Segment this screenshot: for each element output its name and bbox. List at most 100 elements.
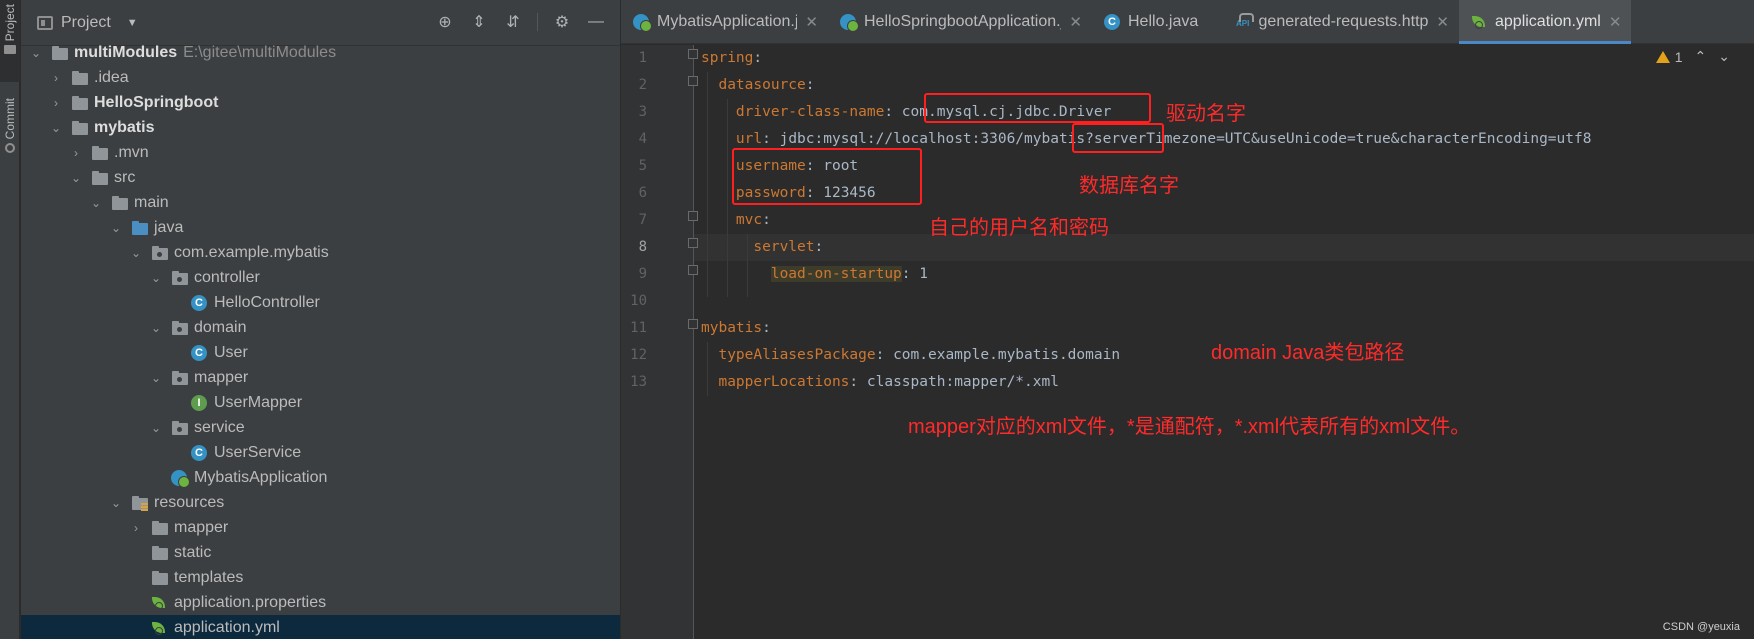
project-tool-tab[interactable]: Project bbox=[0, 0, 20, 82]
chevron-right-icon[interactable]: › bbox=[49, 96, 63, 110]
chevron-down-icon[interactable]: ⌄ bbox=[69, 171, 83, 185]
tree-node-java[interactable]: ⌄ java bbox=[21, 215, 620, 240]
tree-node-mvn[interactable]: › .mvn bbox=[21, 140, 620, 165]
close-icon[interactable]: ✕ bbox=[1069, 13, 1082, 31]
tree-node-userservice[interactable]: C UserService bbox=[21, 440, 620, 465]
class-icon: C bbox=[191, 444, 207, 461]
chevron-down-icon[interactable]: ⌄ bbox=[109, 496, 123, 510]
line-number: 12 bbox=[630, 347, 647, 363]
spring-config-icon bbox=[151, 595, 167, 611]
interface-icon: I bbox=[191, 394, 207, 411]
tree-node-application-properties[interactable]: application.properties bbox=[21, 590, 620, 615]
code-line: spring: bbox=[701, 50, 763, 66]
tree-node-application-yml[interactable]: application.yml bbox=[21, 615, 620, 639]
inspection-widget[interactable]: 1 ⌃ ⌄ bbox=[1655, 48, 1730, 65]
tree-node-label: .idea bbox=[94, 68, 129, 86]
tree-node-service[interactable]: ⌄ service bbox=[21, 415, 620, 440]
tree-node-controller[interactable]: ⌄ controller bbox=[21, 265, 620, 290]
chevron-down-icon[interactable]: ⌄ bbox=[149, 321, 163, 335]
tree-node-resources[interactable]: ⌄ resources bbox=[21, 490, 620, 515]
chevron-down-icon[interactable]: ⌄ bbox=[89, 196, 103, 210]
chevron-down-icon[interactable]: ⌄ bbox=[149, 371, 163, 385]
yaml-key: typeAliasesPackage bbox=[718, 347, 876, 363]
fold-marker-icon[interactable] bbox=[688, 211, 698, 221]
chevron-right-icon[interactable]: › bbox=[69, 146, 83, 160]
folder-icon bbox=[111, 194, 129, 212]
package-icon bbox=[171, 269, 189, 287]
tree-node-main[interactable]: ⌄ main bbox=[21, 190, 620, 215]
yaml-value: classpath:mapper/*.xml bbox=[866, 374, 1059, 390]
tree-node-mybatisapplication[interactable]: MybatisApplication bbox=[21, 465, 620, 490]
chevron-right-icon[interactable]: › bbox=[49, 71, 63, 85]
locate-icon[interactable]: ⊕ bbox=[435, 12, 455, 32]
annotation-domain-path: domain Java类包路径 bbox=[1211, 342, 1405, 364]
chevron-down-icon[interactable]: ⌄ bbox=[1718, 48, 1730, 65]
tree-node-templates[interactable]: templates bbox=[21, 565, 620, 590]
folder-icon bbox=[91, 169, 109, 187]
tree-node-src[interactable]: ⌄ src bbox=[21, 165, 620, 190]
folder-icon bbox=[151, 544, 169, 562]
yaml-key: mvc bbox=[735, 212, 763, 228]
yaml-key: spring bbox=[701, 50, 754, 66]
chevron-down-icon[interactable]: ⌄ bbox=[29, 46, 43, 60]
code-line: load-on-startup: 1 bbox=[770, 266, 928, 282]
fold-marker-icon[interactable] bbox=[688, 76, 698, 86]
chevron-down-icon[interactable]: ⌄ bbox=[129, 246, 143, 260]
chevron-down-icon[interactable]: ⌄ bbox=[149, 421, 163, 435]
code-line: mybatis: bbox=[701, 320, 771, 336]
annotation-db-name: 数据库名字 bbox=[1079, 175, 1179, 197]
tab-application-yml[interactable]: application.yml ✕ bbox=[1459, 0, 1631, 44]
tree-node-idea[interactable]: › .idea bbox=[21, 65, 620, 90]
line-number: 5 bbox=[638, 158, 647, 174]
fold-marker-icon[interactable] bbox=[688, 319, 698, 329]
tree-node-mybatis[interactable]: ⌄ mybatis bbox=[21, 115, 620, 140]
code-editor[interactable]: 1 2 3 4 5 6 7 8 9 10 11 12 13 spring: da… bbox=[621, 45, 1754, 639]
project-view-selector[interactable]: Project ▼ bbox=[37, 14, 138, 32]
code-line: typeAliasesPackage: com.example.mybatis.… bbox=[718, 347, 1121, 363]
fold-marker-icon[interactable] bbox=[688, 49, 698, 59]
annotation-mapper-note: mapper对应的xml文件，*是通配符，*.xml代表所有的xml文件。 bbox=[908, 416, 1471, 438]
tree-node-usermapper[interactable]: I UserMapper bbox=[21, 390, 620, 415]
tree-node-static[interactable]: static bbox=[21, 540, 620, 565]
tree-node-hellocontroller[interactable]: C HelloController bbox=[21, 290, 620, 315]
chevron-up-icon[interactable]: ⌃ bbox=[1695, 48, 1707, 65]
tree-node-hellospringboot[interactable]: › HelloSpringboot bbox=[21, 90, 620, 115]
line-number: 10 bbox=[630, 293, 647, 309]
folder-icon bbox=[91, 144, 109, 162]
close-icon[interactable]: ✕ bbox=[1436, 13, 1449, 31]
spring-application-icon bbox=[171, 469, 190, 488]
tab-generated-requests[interactable]: generated-requests.http ✕ bbox=[1224, 0, 1459, 44]
fold-marker-icon[interactable] bbox=[688, 265, 698, 275]
close-icon[interactable]: ✕ bbox=[1609, 13, 1622, 31]
chevron-right-icon[interactable]: › bbox=[129, 521, 143, 535]
expand-all-icon[interactable]: ⇕ bbox=[469, 12, 489, 32]
yaml-key: load-on-startup bbox=[770, 266, 902, 282]
line-number: 8 bbox=[638, 239, 647, 255]
tree-node-label: resources bbox=[154, 493, 225, 511]
project-tool-tab-label: Project bbox=[3, 4, 17, 42]
tree-node-mapper-package[interactable]: ⌄ mapper bbox=[21, 365, 620, 390]
gear-icon[interactable]: ⚙ bbox=[552, 12, 572, 32]
hide-panel-icon[interactable]: — bbox=[586, 12, 606, 32]
tree-node-mapper-folder[interactable]: › mapper bbox=[21, 515, 620, 540]
tree-node-user[interactable]: C User bbox=[21, 340, 620, 365]
tree-node-label: HelloController bbox=[214, 293, 320, 311]
module-folder-icon bbox=[71, 119, 89, 137]
tree-node-label: User bbox=[214, 343, 248, 361]
spring-config-icon bbox=[1471, 14, 1487, 30]
tool-window-strip: Project Commit bbox=[0, 0, 20, 639]
chevron-down-icon[interactable]: ⌄ bbox=[109, 221, 123, 235]
chevron-down-icon[interactable]: ⌄ bbox=[149, 271, 163, 285]
chevron-down-icon[interactable]: ⌄ bbox=[49, 121, 63, 135]
tree-node-multimodules[interactable]: ⌄ multiModules E:\gitee\multiModules bbox=[21, 40, 620, 65]
tab-mybatisapplication[interactable]: MybatisApplication.java ✕ bbox=[621, 0, 828, 44]
commit-tool-tab[interactable]: Commit bbox=[0, 98, 20, 178]
collapse-all-icon[interactable]: ⇵ bbox=[503, 12, 523, 32]
close-icon[interactable]: ✕ bbox=[805, 13, 818, 31]
fold-marker-icon[interactable] bbox=[688, 238, 698, 248]
tree-node-domain[interactable]: ⌄ domain bbox=[21, 315, 620, 340]
tab-hello-java[interactable]: C Hello.java bbox=[1092, 0, 1224, 44]
tree-node-package[interactable]: ⌄ com.example.mybatis bbox=[21, 240, 620, 265]
annotation-box-credentials bbox=[732, 148, 922, 205]
tab-hellospringbootapplication[interactable]: HelloSpringbootApplication.java ✕ bbox=[828, 0, 1092, 44]
